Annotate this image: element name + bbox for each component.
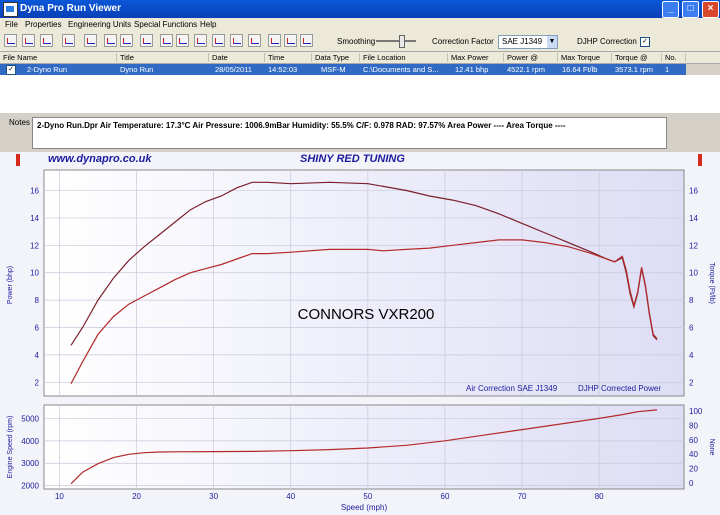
col-max-power[interactable]: Max Power: [448, 53, 504, 62]
chevron-down-icon: ▼: [547, 36, 557, 48]
graph-view-11-icon[interactable]: [284, 34, 297, 47]
dynapro-url: www.dynapro.co.uk: [48, 153, 152, 165]
tuner-name: SHINY RED TUNING: [300, 153, 405, 165]
graph-view-10-icon[interactable]: [268, 34, 281, 47]
run-visible-checkbox[interactable]: ✓: [6, 65, 16, 75]
graph-view-8-icon[interactable]: [230, 34, 243, 47]
smoothing-label: Smoothing: [337, 37, 376, 46]
cell-file-location: C:\Documents and S...: [363, 65, 439, 74]
col-max-torque[interactable]: Max Torque: [558, 53, 612, 62]
cell-max-torque: 16.64 Ft/lb: [562, 65, 598, 74]
graph-view-1-icon[interactable]: [104, 34, 117, 47]
cell-title: Dyno Run: [120, 65, 154, 74]
graph-view-5-icon[interactable]: [176, 34, 189, 47]
toolbar: Smoothing Correction Factor DJHP Correct…: [0, 31, 720, 52]
maximize-button[interactable]: □: [682, 1, 699, 18]
menu-engineering-units[interactable]: Engineering Units: [68, 20, 131, 29]
graph-view-4-icon[interactable]: [160, 34, 173, 47]
correction-factor-label: Correction Factor: [432, 37, 494, 46]
djhp-correction-checkbox[interactable]: ✓: [640, 37, 650, 47]
graph-view-7-icon[interactable]: [212, 34, 225, 47]
graph-view-9-icon[interactable]: [248, 34, 261, 47]
cell-torque-at: 3573.1 rpm: [615, 65, 653, 74]
graph-view-3-icon[interactable]: [140, 34, 153, 47]
left-cursor-marker[interactable]: [16, 154, 20, 166]
table-row[interactable]: ✓ 2-Dyno Run Dyno Run 28/05/2011 14:52:0…: [0, 64, 686, 75]
col-torque-at[interactable]: Torque @: [612, 53, 662, 62]
cell-time: 14:52:03: [268, 65, 298, 74]
correction-factor-value: SAE J1349: [502, 37, 543, 46]
cell-data-type: MSF-M: [321, 65, 346, 74]
correction-factor-select[interactable]: SAE J1349 ▼: [498, 35, 558, 49]
cell-no: 1: [665, 65, 670, 74]
app-icon: [3, 2, 18, 17]
menu-file[interactable]: File: [5, 20, 18, 29]
col-time[interactable]: Time: [265, 53, 312, 62]
cell-max-power: 12.41 bhp: [455, 65, 489, 74]
col-data-type[interactable]: Data Type: [312, 53, 360, 62]
right-cursor-marker[interactable]: [698, 154, 702, 166]
chart-panel: [0, 152, 720, 515]
open-folder-icon[interactable]: [4, 34, 17, 47]
window-title: Dyna Pro Run Viewer: [20, 3, 121, 14]
col-file-name[interactable]: File Name: [0, 53, 117, 62]
cell-date: 28/05/2011: [215, 65, 252, 74]
cell-power-at: 4522.1 rpm: [507, 65, 545, 74]
col-power-at[interactable]: Power @: [504, 53, 558, 62]
col-file-location[interactable]: File Location: [360, 53, 448, 62]
menu-special-functions[interactable]: Special Functions: [134, 20, 197, 29]
notes-label: Notes: [9, 118, 30, 127]
menu-bar: File Properties Engineering Units Specia…: [0, 18, 720, 31]
col-date[interactable]: Date: [209, 53, 265, 62]
col-no[interactable]: No.: [662, 53, 686, 62]
graph-view-6-icon[interactable]: [194, 34, 207, 47]
graph-view-2-icon[interactable]: [120, 34, 133, 47]
delete-icon[interactable]: [40, 34, 53, 47]
tools-icon[interactable]: [62, 34, 75, 47]
minimize-button[interactable]: _: [662, 1, 679, 18]
col-title[interactable]: Title: [117, 53, 209, 62]
print-icon[interactable]: [84, 34, 97, 47]
record-icon[interactable]: [22, 34, 35, 47]
smoothing-track: [376, 40, 416, 42]
menu-properties[interactable]: Properties: [25, 20, 61, 29]
menu-help[interactable]: Help: [200, 20, 216, 29]
title-bar: Dyna Pro Run Viewer _ □ ×: [0, 0, 720, 18]
smoothing-slider[interactable]: [399, 35, 405, 48]
cell-file-name: 2-Dyno Run: [27, 65, 68, 74]
notes-box: 2-Dyno Run.Dpr Air Temperature: 17.3°C A…: [32, 117, 667, 149]
runs-grid-header: File Name Title Date Time Data Type File…: [0, 52, 720, 64]
runs-grid-body: [0, 75, 720, 113]
graph-view-12-icon[interactable]: [300, 34, 313, 47]
close-button[interactable]: ×: [702, 1, 719, 18]
djhp-correction-label: DJHP Correction: [577, 37, 637, 46]
notes-text: 2-Dyno Run.Dpr Air Temperature: 17.3°C A…: [37, 121, 566, 130]
